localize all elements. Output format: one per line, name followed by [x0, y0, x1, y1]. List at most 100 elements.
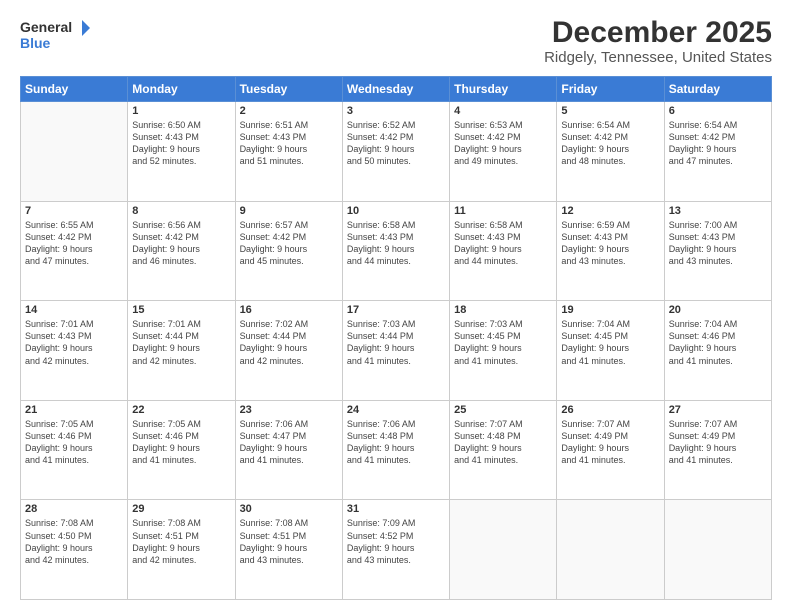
logo-svg: General Blue	[20, 16, 90, 56]
calendar-cell: 26 Sunrise: 7:07 AM Sunset: 4:49 PM Dayli…	[557, 400, 664, 500]
header-row: Sunday Monday Tuesday Wednesday Thursday…	[21, 77, 772, 102]
day-info: Sunrise: 7:04 AM Sunset: 4:45 PM Dayligh…	[561, 318, 659, 367]
day-info: Sunrise: 7:04 AM Sunset: 4:46 PM Dayligh…	[669, 318, 767, 367]
col-friday: Friday	[557, 77, 664, 102]
calendar-cell: 7 Sunrise: 6:55 AM Sunset: 4:42 PM Daylig…	[21, 201, 128, 301]
day-number: 22	[132, 404, 230, 416]
day-number: 25	[454, 404, 552, 416]
day-number: 20	[669, 304, 767, 316]
day-number: 16	[240, 304, 338, 316]
calendar-cell: 5Sunrise: 6:54 AM Sunset: 4:42 PM Daylig…	[557, 102, 664, 202]
header: General Blue December 2025 Ridgely, Tenn…	[20, 16, 772, 66]
day-info: Sunrise: 6:56 AM Sunset: 4:42 PM Dayligh…	[132, 219, 230, 268]
calendar-cell	[664, 500, 771, 600]
day-info: Sunrise: 7:06 AM Sunset: 4:47 PM Dayligh…	[240, 418, 338, 467]
calendar-cell: 31 Sunrise: 7:09 AM Sunset: 4:52 PM Dayli…	[342, 500, 449, 600]
day-number: 31	[347, 503, 445, 515]
calendar-cell: 21Sunrise: 7:05 AM Sunset: 4:46 PM Dayli…	[21, 400, 128, 500]
day-number: 29	[132, 503, 230, 515]
calendar-cell: 22Sunrise: 7:05 AM Sunset: 4:46 PM Dayli…	[128, 400, 235, 500]
calendar-cell: 15 Sunrise: 7:01 AM Sunset: 4:44 PM Dayli…	[128, 301, 235, 401]
calendar-cell: 6Sunrise: 6:54 AM Sunset: 4:42 PM Daylig…	[664, 102, 771, 202]
day-info: Sunrise: 7:08 AM Sunset: 4:51 PM Dayligh…	[240, 517, 338, 566]
day-info: Sunrise: 6:51 AM Sunset: 4:43 PM Dayligh…	[240, 119, 338, 168]
svg-text:General: General	[20, 19, 72, 35]
svg-text:Blue: Blue	[20, 35, 51, 51]
day-info: Sunrise: 7:09 AM Sunset: 4:52 PM Dayligh…	[347, 517, 445, 566]
day-number: 1	[132, 105, 230, 117]
calendar-cell: 2 Sunrise: 6:51 AM Sunset: 4:43 PM Daylig…	[235, 102, 342, 202]
day-info: Sunrise: 6:55 AM Sunset: 4:42 PM Dayligh…	[25, 219, 123, 268]
day-number: 30	[240, 503, 338, 515]
day-info: Sunrise: 7:05 AM Sunset: 4:46 PM Dayligh…	[25, 418, 123, 467]
page: General Blue December 2025 Ridgely, Tenn…	[0, 0, 792, 612]
col-saturday: Saturday	[664, 77, 771, 102]
day-number: 9	[240, 205, 338, 217]
day-info: Sunrise: 6:54 AM Sunset: 4:42 PM Dayligh…	[561, 119, 659, 168]
calendar-cell: 12 Sunrise: 6:59 AM Sunset: 4:43 PM Dayli…	[557, 201, 664, 301]
calendar-cell: 30 Sunrise: 7:08 AM Sunset: 4:51 PM Dayli…	[235, 500, 342, 600]
day-number: 12	[561, 205, 659, 217]
day-number: 15	[132, 304, 230, 316]
day-number: 3	[347, 105, 445, 117]
day-number: 19	[561, 304, 659, 316]
calendar-cell	[21, 102, 128, 202]
day-info: Sunrise: 7:03 AM Sunset: 4:44 PM Dayligh…	[347, 318, 445, 367]
day-number: 14	[25, 304, 123, 316]
day-number: 7	[25, 205, 123, 217]
day-info: Sunrise: 7:01 AM Sunset: 4:44 PM Dayligh…	[132, 318, 230, 367]
calendar-cell: 4 Sunrise: 6:53 AM Sunset: 4:42 PM Daylig…	[450, 102, 557, 202]
location: Ridgely, Tennessee, United States	[544, 49, 772, 66]
logo: General Blue	[20, 16, 90, 56]
calendar-week-2: 7 Sunrise: 6:55 AM Sunset: 4:42 PM Daylig…	[21, 201, 772, 301]
day-info: Sunrise: 6:53 AM Sunset: 4:42 PM Dayligh…	[454, 119, 552, 168]
col-sunday: Sunday	[21, 77, 128, 102]
day-number: 27	[669, 404, 767, 416]
day-number: 10	[347, 205, 445, 217]
calendar-cell: 16 Sunrise: 7:02 AM Sunset: 4:44 PM Dayli…	[235, 301, 342, 401]
day-number: 24	[347, 404, 445, 416]
day-number: 8	[132, 205, 230, 217]
day-number: 17	[347, 304, 445, 316]
day-info: Sunrise: 7:06 AM Sunset: 4:48 PM Dayligh…	[347, 418, 445, 467]
calendar-cell: 13 Sunrise: 7:00 AM Sunset: 4:43 PM Dayli…	[664, 201, 771, 301]
day-info: Sunrise: 7:07 AM Sunset: 4:49 PM Dayligh…	[561, 418, 659, 467]
calendar-cell: 27 Sunrise: 7:07 AM Sunset: 4:49 PM Dayli…	[664, 400, 771, 500]
day-info: Sunrise: 7:01 AM Sunset: 4:43 PM Dayligh…	[25, 318, 123, 367]
calendar-cell: 10Sunrise: 6:58 AM Sunset: 4:43 PM Dayli…	[342, 201, 449, 301]
day-number: 2	[240, 105, 338, 117]
day-number: 11	[454, 205, 552, 217]
calendar-cell: 29 Sunrise: 7:08 AM Sunset: 4:51 PM Dayli…	[128, 500, 235, 600]
col-wednesday: Wednesday	[342, 77, 449, 102]
calendar-cell: 18Sunrise: 7:03 AM Sunset: 4:45 PM Dayli…	[450, 301, 557, 401]
calendar-cell: 20 Sunrise: 7:04 AM Sunset: 4:46 PM Dayli…	[664, 301, 771, 401]
day-number: 13	[669, 205, 767, 217]
calendar-week-1: 1 Sunrise: 6:50 AM Sunset: 4:43 PM Daylig…	[21, 102, 772, 202]
calendar-cell: 11 Sunrise: 6:58 AM Sunset: 4:43 PM Dayli…	[450, 201, 557, 301]
day-info: Sunrise: 7:03 AM Sunset: 4:45 PM Dayligh…	[454, 318, 552, 367]
day-info: Sunrise: 6:59 AM Sunset: 4:43 PM Dayligh…	[561, 219, 659, 268]
col-tuesday: Tuesday	[235, 77, 342, 102]
calendar-week-3: 14 Sunrise: 7:01 AM Sunset: 4:43 PM Dayli…	[21, 301, 772, 401]
day-number: 26	[561, 404, 659, 416]
calendar-week-4: 21Sunrise: 7:05 AM Sunset: 4:46 PM Dayli…	[21, 400, 772, 500]
title-block: December 2025 Ridgely, Tennessee, United…	[544, 16, 772, 66]
day-info: Sunrise: 7:08 AM Sunset: 4:51 PM Dayligh…	[132, 517, 230, 566]
day-number: 4	[454, 105, 552, 117]
day-info: Sunrise: 7:00 AM Sunset: 4:43 PM Dayligh…	[669, 219, 767, 268]
calendar-cell	[450, 500, 557, 600]
day-info: Sunrise: 7:07 AM Sunset: 4:49 PM Dayligh…	[669, 418, 767, 467]
day-number: 23	[240, 404, 338, 416]
calendar-cell: 3Sunrise: 6:52 AM Sunset: 4:42 PM Daylig…	[342, 102, 449, 202]
col-monday: Monday	[128, 77, 235, 102]
day-info: Sunrise: 6:57 AM Sunset: 4:42 PM Dayligh…	[240, 219, 338, 268]
day-info: Sunrise: 6:50 AM Sunset: 4:43 PM Dayligh…	[132, 119, 230, 168]
calendar-cell: 25Sunrise: 7:07 AM Sunset: 4:48 PM Dayli…	[450, 400, 557, 500]
day-info: Sunrise: 6:54 AM Sunset: 4:42 PM Dayligh…	[669, 119, 767, 168]
col-thursday: Thursday	[450, 77, 557, 102]
day-info: Sunrise: 6:58 AM Sunset: 4:43 PM Dayligh…	[454, 219, 552, 268]
calendar-cell: 19 Sunrise: 7:04 AM Sunset: 4:45 PM Dayli…	[557, 301, 664, 401]
calendar-cell: 14 Sunrise: 7:01 AM Sunset: 4:43 PM Dayli…	[21, 301, 128, 401]
day-info: Sunrise: 7:02 AM Sunset: 4:44 PM Dayligh…	[240, 318, 338, 367]
day-number: 28	[25, 503, 123, 515]
